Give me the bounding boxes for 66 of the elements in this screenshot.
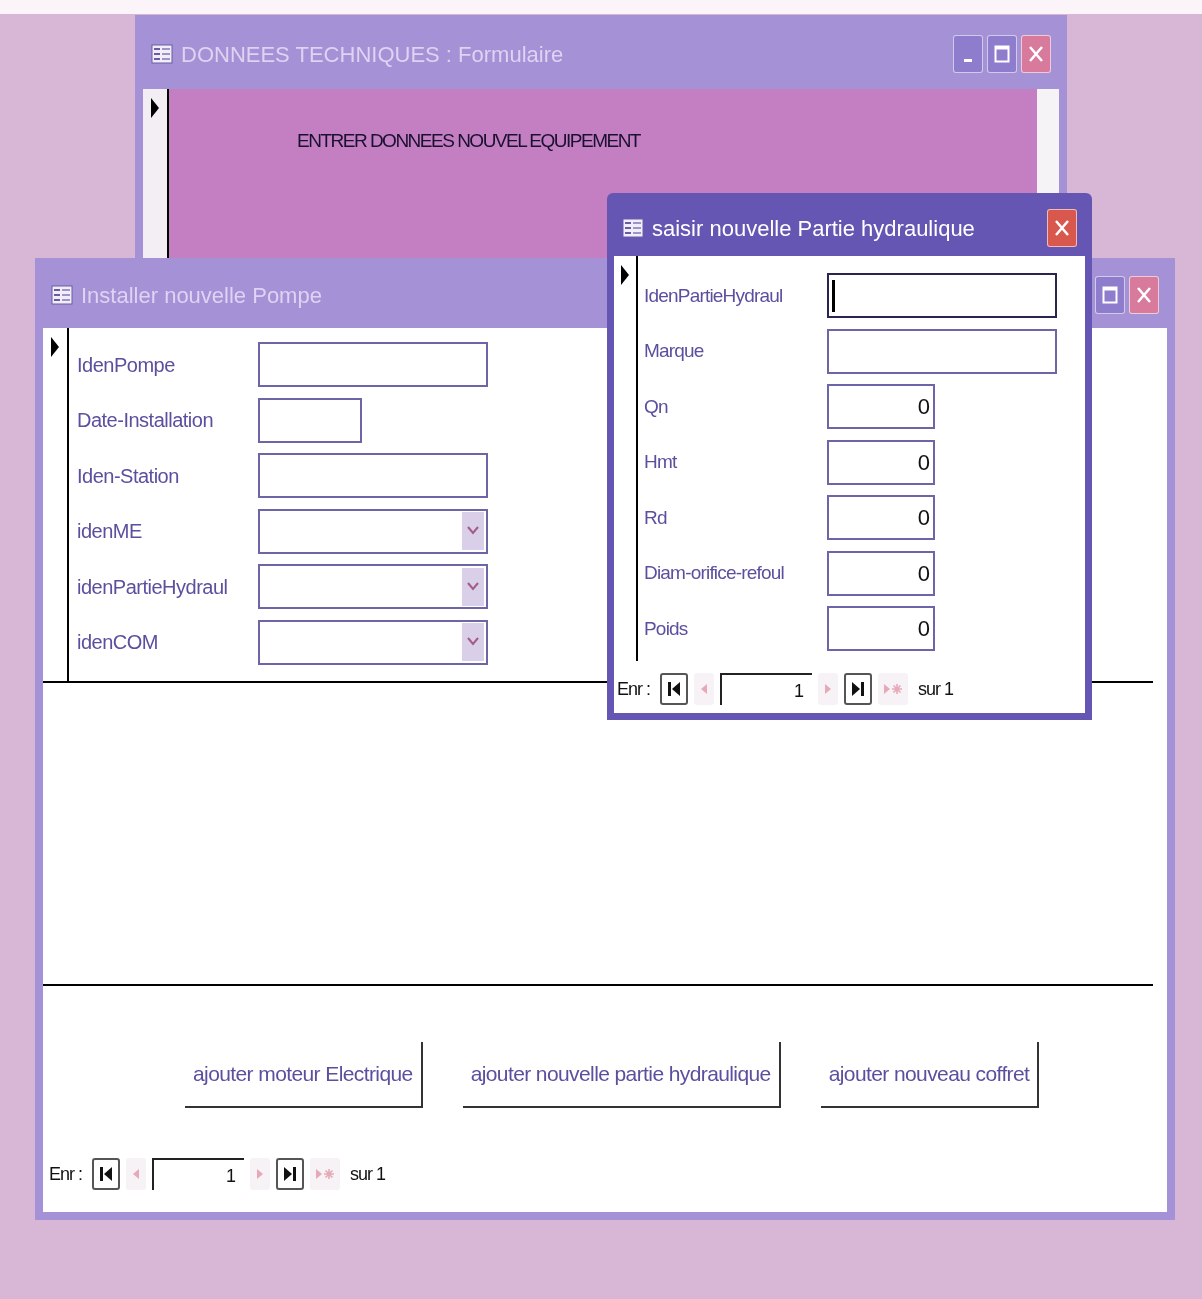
- first-record-icon: [667, 680, 681, 698]
- field-label: Marque: [644, 339, 705, 363]
- field-label: Date-Installation: [77, 408, 215, 434]
- record-count: sur 1: [918, 677, 954, 701]
- first-record-button[interactable]: [92, 1158, 120, 1190]
- record-pointer-icon: [150, 97, 160, 119]
- dropdown-field[interactable]: [258, 564, 488, 610]
- form-icon: [622, 218, 644, 238]
- last-record-button[interactable]: [844, 673, 872, 705]
- dropdown-field[interactable]: [258, 508, 488, 554]
- field-label: Hmt: [644, 450, 678, 474]
- input-field[interactable]: 0: [827, 495, 935, 541]
- record-count: sur 1: [350, 1162, 386, 1186]
- close-icon: [1027, 44, 1045, 64]
- window-title: Installer nouvelle Pompe: [81, 281, 322, 310]
- input-field[interactable]: 0: [827, 550, 935, 596]
- text-cursor: [832, 279, 835, 312]
- close-icon: [1135, 285, 1153, 305]
- field-label: IdenPompe: [77, 352, 176, 378]
- input-field[interactable]: 0: [827, 606, 935, 652]
- dropdown-field[interactable]: [258, 619, 488, 665]
- maximize-icon: [994, 45, 1010, 63]
- field-label: IdenPartieHydraul: [644, 283, 784, 308]
- maximize-button[interactable]: [1095, 276, 1125, 314]
- close-button[interactable]: [1021, 35, 1051, 73]
- close-button[interactable]: [1047, 209, 1077, 247]
- field-label: idenME: [77, 519, 143, 545]
- input-field[interactable]: [258, 342, 488, 388]
- input-field[interactable]: [258, 453, 488, 499]
- action-button[interactable]: ajouter nouveau coffret: [820, 1042, 1040, 1108]
- field-label: Rd: [644, 505, 668, 530]
- input-field[interactable]: 0: [827, 439, 935, 485]
- window-title: saisir nouvelle Partie hydraulique: [652, 214, 975, 243]
- first-record-button[interactable]: [660, 673, 688, 705]
- field-label: Diam-orifice-refoul: [644, 561, 785, 585]
- record-label: Enr :: [617, 677, 650, 701]
- record-pointer-icon: [620, 264, 630, 286]
- maximize-icon: [1102, 286, 1118, 304]
- last-record-icon: [283, 1165, 297, 1183]
- field-label: idenPartieHydraul: [77, 574, 229, 600]
- input-field[interactable]: [827, 328, 1057, 374]
- minimize-icon: [964, 58, 972, 62]
- record-number-field[interactable]: 1: [720, 673, 812, 705]
- input-field[interactable]: [827, 273, 1057, 319]
- record-pointer-icon: [50, 336, 60, 358]
- date-field[interactable]: [258, 397, 362, 443]
- maximize-button[interactable]: [987, 35, 1017, 73]
- last-record-button[interactable]: [276, 1158, 304, 1190]
- input-field[interactable]: 0: [827, 384, 935, 430]
- window-title: DONNEES TECHNIQUES : Formulaire: [181, 40, 564, 69]
- form-icon: [151, 44, 173, 64]
- close-icon: [1053, 218, 1071, 238]
- action-button[interactable]: ajouter nouvelle partie hydraulique: [462, 1042, 781, 1108]
- field-label: Poids: [644, 616, 689, 641]
- form-icon: [51, 285, 73, 305]
- action-button[interactable]: ajouter moteur Electrique: [185, 1042, 423, 1108]
- form-heading: ENTRER DONNEES NOUVEL EQUIPEMENT: [297, 130, 640, 151]
- minimize-button[interactable]: [953, 35, 983, 73]
- first-record-icon: [99, 1165, 113, 1183]
- last-record-icon: [851, 680, 865, 698]
- close-button[interactable]: [1129, 276, 1159, 314]
- field-label: idenCOM: [77, 630, 159, 656]
- record-label: Enr :: [49, 1162, 82, 1186]
- record-number-field[interactable]: 1: [152, 1158, 244, 1190]
- field-label: Qn: [644, 394, 669, 419]
- field-label: Iden-Station: [77, 463, 180, 489]
